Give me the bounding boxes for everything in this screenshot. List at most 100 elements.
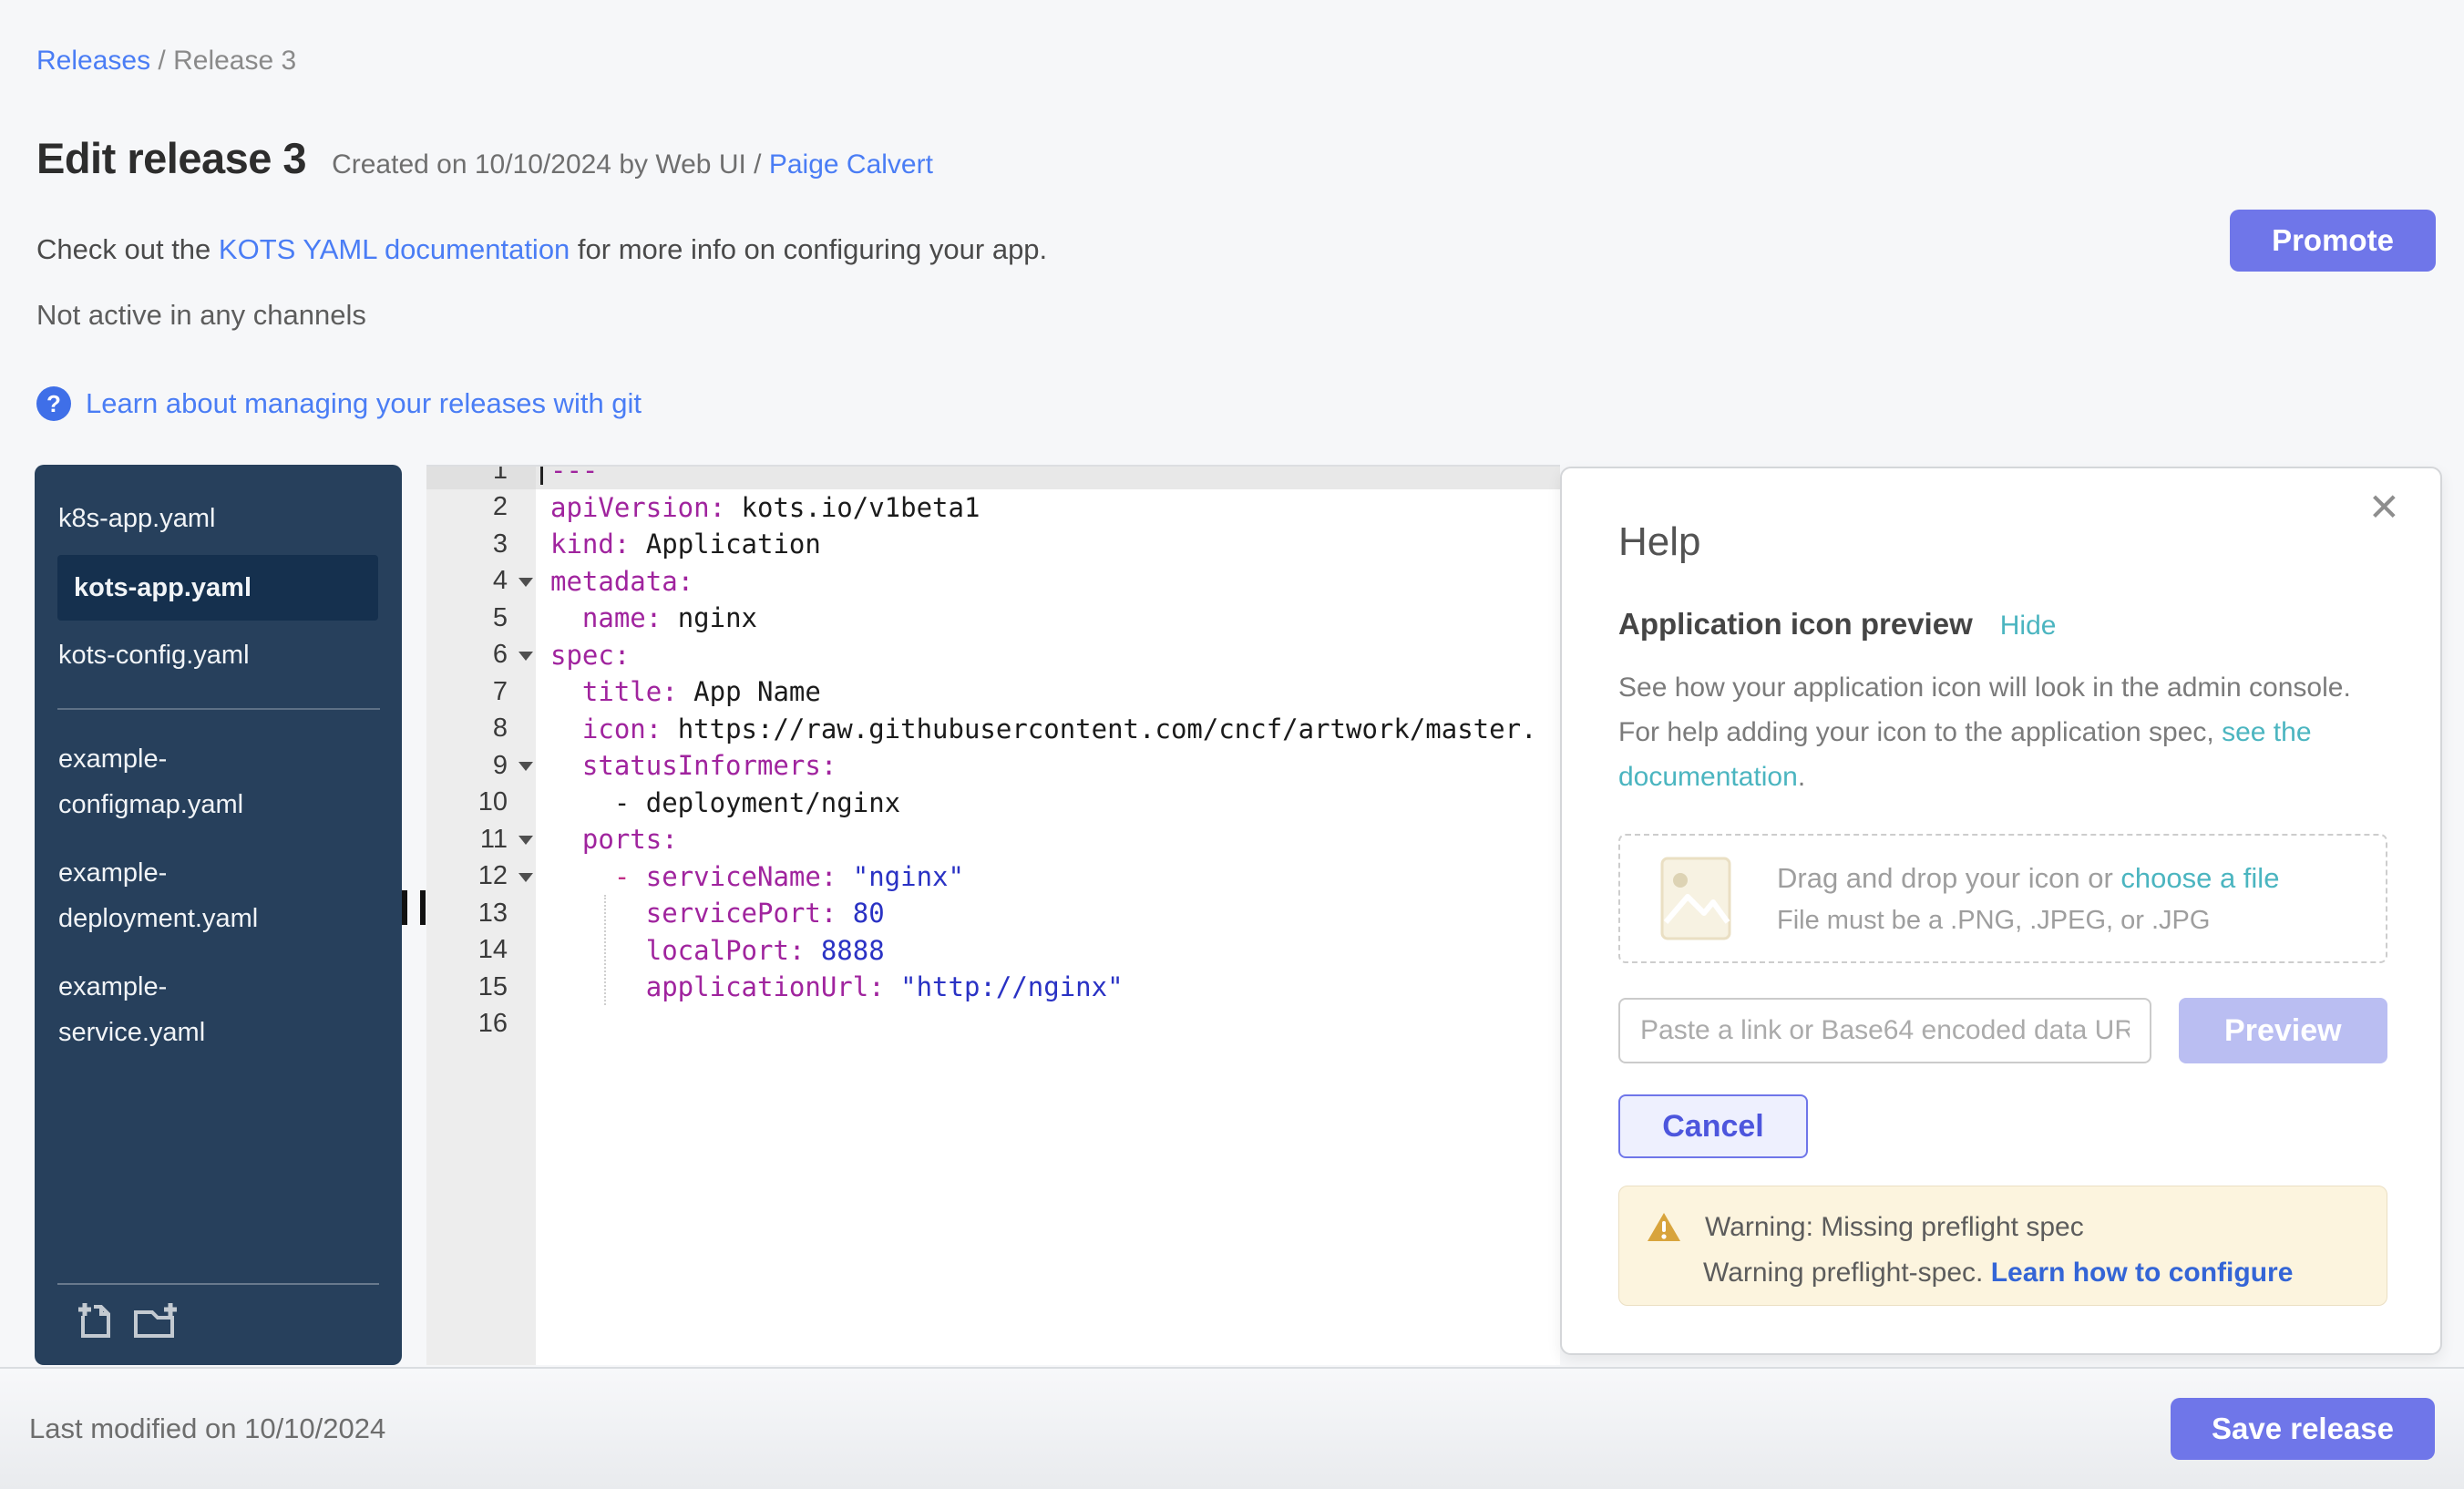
code-text[interactable]: applicationUrl: "http://nginx" — [536, 969, 1560, 1006]
file-item-kots-config[interactable]: kots-config.yaml — [35, 621, 402, 690]
code-text[interactable]: apiVersion: kots.io/v1beta1 — [536, 489, 1560, 527]
file-tree-divider — [57, 708, 380, 710]
fold-arrow-icon[interactable] — [518, 762, 533, 771]
code-text[interactable]: kind: Application — [536, 526, 1560, 563]
page-title: Edit release 3 — [36, 134, 306, 182]
line-number: 6 — [426, 637, 536, 674]
fold-arrow-icon[interactable] — [518, 873, 533, 882]
file-tree-toolbar — [57, 1283, 379, 1365]
code-text[interactable]: --- — [536, 465, 1560, 489]
line-number: 5 — [426, 600, 536, 637]
author-link[interactable]: Paige Calvert — [769, 149, 933, 180]
code-line: 12 - serviceName: "nginx" — [426, 858, 1560, 896]
breadcrumb-current: Release 3 — [173, 46, 296, 76]
hide-link[interactable]: Hide — [2000, 611, 2057, 642]
warning-triangle-icon — [1647, 1212, 1681, 1243]
breadcrumb-separator: / — [150, 46, 173, 76]
promote-button[interactable]: Promote — [2230, 210, 2436, 272]
image-placeholder-icon — [1660, 857, 1731, 940]
line-number: 7 — [426, 673, 536, 711]
fold-arrow-icon[interactable] — [518, 652, 533, 661]
code-line: 3 kind: Application — [426, 526, 1560, 563]
code-line: 4 metadata: — [426, 563, 1560, 601]
line-number: 15 — [426, 969, 536, 1006]
code-line: 15 applicationUrl: "http://nginx" — [426, 969, 1560, 1006]
icon-preview-title: Application icon preview — [1618, 607, 1973, 642]
line-number: 9 — [426, 747, 536, 785]
line-number: 2 — [426, 489, 536, 527]
file-item-k8s-app[interactable]: k8s-app.yaml — [35, 485, 402, 553]
fold-arrow-icon[interactable] — [518, 836, 533, 845]
warning-text: Warning: Missing preflight spec — [1705, 1212, 2084, 1243]
kots-yaml-doc-link[interactable]: KOTS YAML documentation — [219, 233, 570, 265]
new-file-icon[interactable] — [74, 1299, 116, 1341]
new-folder-icon[interactable] — [132, 1299, 180, 1341]
file-item-example-service[interactable]: example-service.yaml — [35, 953, 308, 1067]
code-line: 9 statusInformers: — [426, 747, 1560, 785]
icon-dropzone[interactable]: Drag and drop your icon or choose a file… — [1618, 834, 2387, 963]
code-line: 16 — [426, 1006, 1560, 1043]
line-number: 8 — [426, 711, 536, 748]
code-line: 1 --- — [426, 465, 1560, 489]
code-text[interactable]: ports: — [536, 821, 1560, 858]
git-releases-link[interactable]: Learn about managing your releases with … — [86, 387, 642, 420]
line-number: 1 — [426, 465, 536, 489]
line-number: 10 — [426, 785, 536, 822]
code-text[interactable]: - deployment/nginx — [536, 785, 1560, 822]
created-info: Created on 10/10/2024 by Web UI / Paige … — [332, 149, 933, 180]
code-line: 2 apiVersion: kots.io/v1beta1 — [426, 489, 1560, 527]
code-line: 14 localPort: 8888 — [426, 932, 1560, 970]
code-line: 6 spec: — [426, 637, 1560, 674]
help-title: Help — [1618, 519, 2387, 565]
icon-preview-description: See how your application icon will look … — [1618, 665, 2387, 799]
code-line: 11 ports: — [426, 821, 1560, 858]
file-item-example-deployment[interactable]: example-deployment.yaml — [35, 839, 308, 953]
dropzone-filetypes: File must be a .PNG, .JPEG, or .JPG — [1777, 906, 2279, 936]
line-number: 3 — [426, 526, 536, 563]
learn-configure-link[interactable]: Learn how to configure — [1991, 1258, 2294, 1288]
fold-arrow-icon[interactable] — [518, 578, 533, 587]
line-number: 12 — [426, 858, 536, 896]
help-circle-icon: ? — [36, 386, 71, 421]
warning-detail: Warning preflight-spec. Learn how to con… — [1703, 1258, 2359, 1289]
choose-file-link[interactable]: choose a file — [2120, 862, 2279, 894]
code-line: 10 - deployment/nginx — [426, 785, 1560, 822]
line-number: 4 — [426, 563, 536, 601]
code-text[interactable]: metadata: — [536, 563, 1560, 601]
code-text[interactable]: name: nginx — [536, 600, 1560, 637]
cancel-button[interactable]: Cancel — [1618, 1094, 1808, 1158]
last-modified: Last modified on 10/10/2024 — [29, 1412, 385, 1445]
breadcrumb: Releases / Release 3 — [36, 46, 296, 77]
breadcrumb-releases-link[interactable]: Releases — [36, 46, 150, 76]
code-text[interactable] — [536, 1006, 1560, 1043]
line-number: 11 — [426, 821, 536, 858]
footer-bar: Last modified on 10/10/2024 Save release — [0, 1367, 2464, 1489]
preview-button[interactable]: Preview — [2179, 998, 2387, 1063]
close-icon[interactable]: ✕ — [2368, 488, 2400, 527]
line-number: 13 — [426, 895, 536, 932]
code-text[interactable]: localPort: 8888 — [536, 932, 1560, 970]
yaml-editor[interactable]: 1 --- 2 apiVersion: kots.io/v1beta1 3 ki… — [426, 465, 1560, 1365]
line-number: 14 — [426, 932, 536, 970]
code-line: 7 title: App Name — [426, 673, 1560, 711]
code-text[interactable]: title: App Name — [536, 673, 1560, 711]
preflight-warning: Warning: Missing preflight spec Warning … — [1618, 1186, 2387, 1306]
code-text[interactable]: statusInformers: — [536, 747, 1560, 785]
file-item-example-configmap[interactable]: example-configmap.yaml — [35, 725, 308, 839]
dropzone-label: Drag and drop your icon or choose a file — [1777, 862, 2279, 895]
code-line: 8 icon: https://raw.githubusercontent.co… — [426, 711, 1560, 748]
file-item-kots-app-selected[interactable]: kots-app.yaml — [57, 555, 378, 621]
file-tree: k8s-app.yaml kots-app.yaml kots-config.y… — [35, 465, 402, 1365]
code-line: 13 servicePort: 80 — [426, 895, 1560, 932]
sidebar-resize-handle[interactable] — [402, 890, 426, 925]
code-text[interactable]: icon: https://raw.githubusercontent.com/… — [536, 711, 1560, 748]
help-panel: ✕ Help Application icon preview Hide See… — [1560, 467, 2442, 1355]
code-text[interactable]: - serviceName: "nginx" — [536, 858, 1560, 896]
code-line: 5 name: nginx — [426, 600, 1560, 637]
icon-url-input[interactable] — [1618, 998, 2151, 1063]
doc-hint: Check out the KOTS YAML documentation fo… — [36, 233, 1047, 266]
code-text[interactable]: spec: — [536, 637, 1560, 674]
text-cursor — [540, 465, 543, 485]
code-text[interactable]: servicePort: 80 — [536, 895, 1560, 932]
save-release-button[interactable]: Save release — [2171, 1398, 2435, 1460]
